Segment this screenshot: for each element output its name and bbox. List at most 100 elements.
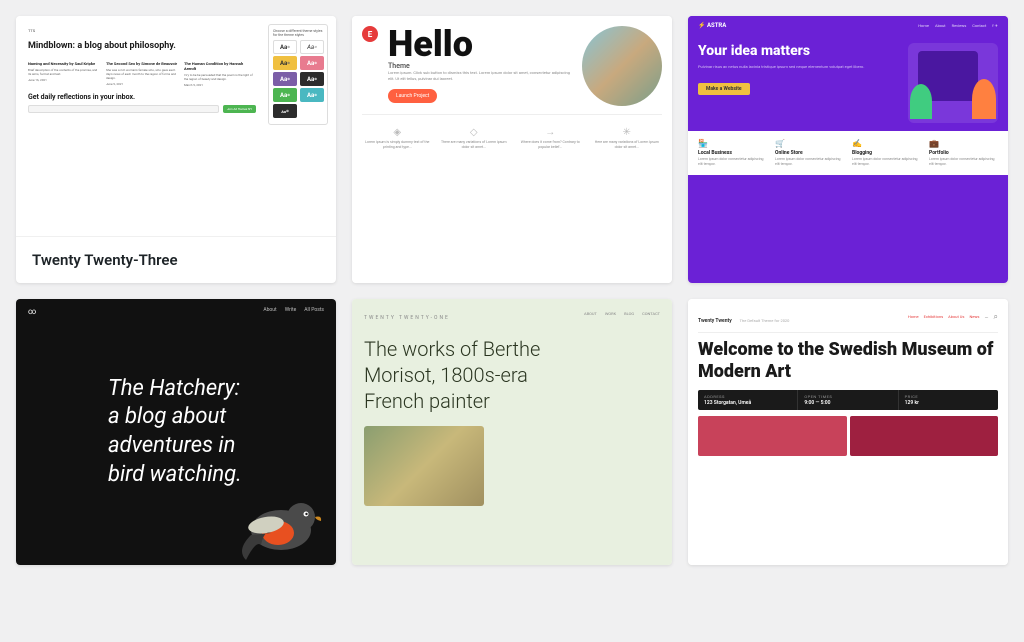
tt20-block-2 (850, 416, 999, 456)
astra-figure-green (910, 84, 932, 119)
astra-hero-title: Your idea matters (698, 43, 900, 60)
tt20-hours-value: 9:00 — 5:00 (804, 400, 891, 406)
tt3-col2-text: She was a rich woman's female who, who g… (106, 68, 178, 81)
tt3-style-row-4: Aa⚙ Aa⚙ (273, 88, 323, 102)
tt20-search-icon: ⌕ (994, 312, 998, 322)
tt2-hero-text: The Hatchery: a blog about adventures in… (88, 363, 264, 501)
tt20-nav-links: Home Exhibitions About Us News … ⌕ (908, 312, 998, 322)
hello-top: E Hello Theme Lorem ipsum. Click sub but… (362, 26, 662, 106)
tt20-price-value: 129 kr (905, 400, 992, 406)
astra-store-desc: Lorem ipsum dolor consectetur adipiscing… (775, 157, 844, 167)
astra-portfolio-desc: Lorem ipsum dolor consectetur adipiscing… (929, 157, 998, 167)
hello-content: Hello Theme Lorem ipsum. Click sub butto… (388, 26, 572, 103)
tt20-info-row: ADDRESS 123 Storgatan, Umeå OPEN TIMES 9… (698, 390, 998, 410)
astra-bottom: 🏪 Local Business Lorem ipsum dolor conse… (688, 131, 1008, 175)
tt3-email-input (28, 105, 219, 113)
preview-hello: E Hello Theme Lorem ipsum. Click sub but… (352, 16, 672, 283)
card-tt3[interactable]: TTS About Books All Posts Choose a diffe… (16, 16, 336, 283)
tt20-info-price: PRICE 129 kr (898, 390, 998, 410)
card-tt3-label: Twenty Twenty-Three (16, 236, 336, 283)
tt3-aa-teal: Aa⚙ (300, 88, 324, 102)
tt3-aa-purple: Aa⚙ (273, 72, 297, 86)
astra-local-icon: 🏪 (698, 139, 767, 148)
card-tt20[interactable]: Twenty Twenty The Default Theme for 2020… (688, 299, 1008, 565)
tt3-headline: Mindblown: a blog about philosophy. (28, 41, 256, 53)
tt21-nav: ABOUT WORK BLOG CONTACT (584, 311, 660, 316)
tt21-nav-about: ABOUT (584, 311, 597, 316)
preview-tt3: TTS About Books All Posts Choose a diffe… (16, 16, 336, 236)
tt3-aa-dark-2: Aa⚙ (273, 104, 297, 118)
hello-launch-btn: Launch Project (388, 89, 437, 103)
hello-hero-image (582, 26, 662, 106)
card-tt21[interactable]: TWENTY TWENTY-ONE ABOUT WORK BLOG CONTAC… (352, 299, 672, 565)
astra-nav: ⚡ ASTRA Home About Reviews Contact f ✈ (688, 16, 1008, 35)
tt20-color-blocks (698, 416, 998, 456)
tt3-aa-dark: Aa⚙ (300, 72, 324, 86)
tt20-menu-dots: … (985, 313, 989, 320)
tt3-col1-date: June 16, 2021 (28, 78, 100, 82)
tt3-col1-title: Naming and Necessity by Saul Kripke (28, 61, 100, 66)
astra-nav-about: About (935, 23, 946, 28)
tt2-logo: ∞ (28, 307, 36, 316)
tt2-nav: ∞ About Write All Posts (16, 299, 336, 324)
tt3-aa-green: Aa⚙ (273, 88, 297, 102)
preview-tt20: Twenty Twenty The Default Theme for 2020… (688, 299, 1008, 565)
tt3-col1-text: Brief description of the contents of the… (28, 68, 100, 76)
tt21-headline: The works of Berthe Morisot, 1800s-era F… (364, 336, 571, 414)
tt2-nav-posts: All Posts (304, 307, 324, 316)
astra-cta-btn: Make a Website (698, 83, 750, 95)
preview-astra: ⚡ ASTRA Home About Reviews Contact f ✈ Y… (688, 16, 1008, 283)
astra-hero: Your idea matters Pulvinar risus ac netu… (688, 35, 1008, 123)
astra-hero-text: Your idea matters Pulvinar risus ac netu… (698, 43, 900, 123)
tt3-col-2: The Second Sex by Simone de Beauvoir She… (106, 61, 178, 88)
card-hello[interactable]: E Hello Theme Lorem ipsum. Click sub but… (352, 16, 672, 283)
astra-store-icon: 🛒 (775, 139, 844, 148)
tt20-site-tag: The Default Theme for 2020 (740, 318, 790, 323)
tt3-col2-title: The Second Sex by Simone de Beauvoir (106, 61, 178, 66)
tt20-nav-news: News (969, 314, 979, 319)
tt20-hero-title: Welcome to the Swedish Museum of Modern … (698, 339, 998, 382)
astra-feature-blog: ✍️ Blogging Lorem ipsum dolor consectetu… (852, 139, 921, 167)
astra-store-title: Online Store (775, 150, 844, 156)
tt20-block-1 (698, 416, 847, 456)
theme-grid: TTS About Books All Posts Choose a diffe… (16, 16, 1008, 565)
hello-e-icon: E (362, 26, 378, 42)
tt21-nav-blog: BLOG (624, 311, 634, 316)
tt2-nav-write: Write (285, 307, 297, 316)
hello-bottom-cols: ◈ Lorem ipsum is simply dummy text of th… (362, 127, 662, 150)
hello-text-4: Here are many variations of Lorem ipsum … (592, 140, 663, 150)
astra-portfolio-title: Portfolio (929, 150, 998, 156)
astra-feature-local: 🏪 Local Business Lorem ipsum dolor conse… (698, 139, 767, 167)
tt21-header: TWENTY TWENTY-ONE ABOUT WORK BLOG CONTAC… (364, 311, 660, 328)
tt20-address-value: 123 Storgatan, Umeå (704, 400, 791, 406)
tt20-nav-exhibitions: Exhibitions (924, 314, 944, 319)
tt20-info-address: ADDRESS 123 Storgatan, Umeå (698, 390, 797, 410)
astra-nav-reviews: Reviews (952, 23, 967, 28)
tt3-style-row-5: Aa⚙ (273, 104, 323, 118)
preview-tt2: ∞ About Write All Posts The Hatchery: a … (16, 299, 336, 565)
tt3-style-row-1: Aa⚙ Aa⚙ (273, 40, 323, 54)
tt3-col3-date: March 5, 2021 (184, 83, 256, 87)
card-tt2[interactable]: ∞ About Write All Posts The Hatchery: a … (16, 299, 336, 565)
tt2-nav-about: About (263, 307, 276, 316)
astra-portfolio-icon: 💼 (929, 139, 998, 148)
astra-feature-store: 🛒 Online Store Lorem ipsum dolor consect… (775, 139, 844, 167)
tt3-style-title: Choose a different theme styles for the … (273, 29, 323, 37)
tt3-col2-date: June 5, 2021 (106, 82, 178, 86)
astra-nav-home: Home (918, 23, 929, 28)
hello-col-3: → Where does it come from? Contrary to p… (515, 127, 586, 150)
hello-col-1: ◈ Lorem ipsum is simply dummy text of th… (362, 127, 433, 150)
astra-hero-desc: Pulvinar risus ac netus nulla lacinia tr… (698, 64, 900, 70)
astra-hero-image (908, 43, 998, 123)
tt3-aa-white: Aa⚙ (273, 40, 297, 54)
card-astra[interactable]: ⚡ ASTRA Home About Reviews Contact f ✈ Y… (688, 16, 1008, 283)
astra-nav-contact: Contact (972, 23, 986, 28)
astra-nav-social: f ✈ (992, 23, 998, 28)
astra-figure-orange (972, 79, 996, 119)
tt20-nav-about: About Us (948, 314, 964, 319)
tt20-price-label: PRICE (905, 394, 992, 399)
hello-big-text: Hello (388, 26, 572, 62)
hello-icon-4: ✳ (592, 127, 663, 138)
tt20-nav: Twenty Twenty The Default Theme for 2020… (698, 307, 998, 326)
tt3-aa-yellow: Aa⚙ (273, 56, 297, 70)
